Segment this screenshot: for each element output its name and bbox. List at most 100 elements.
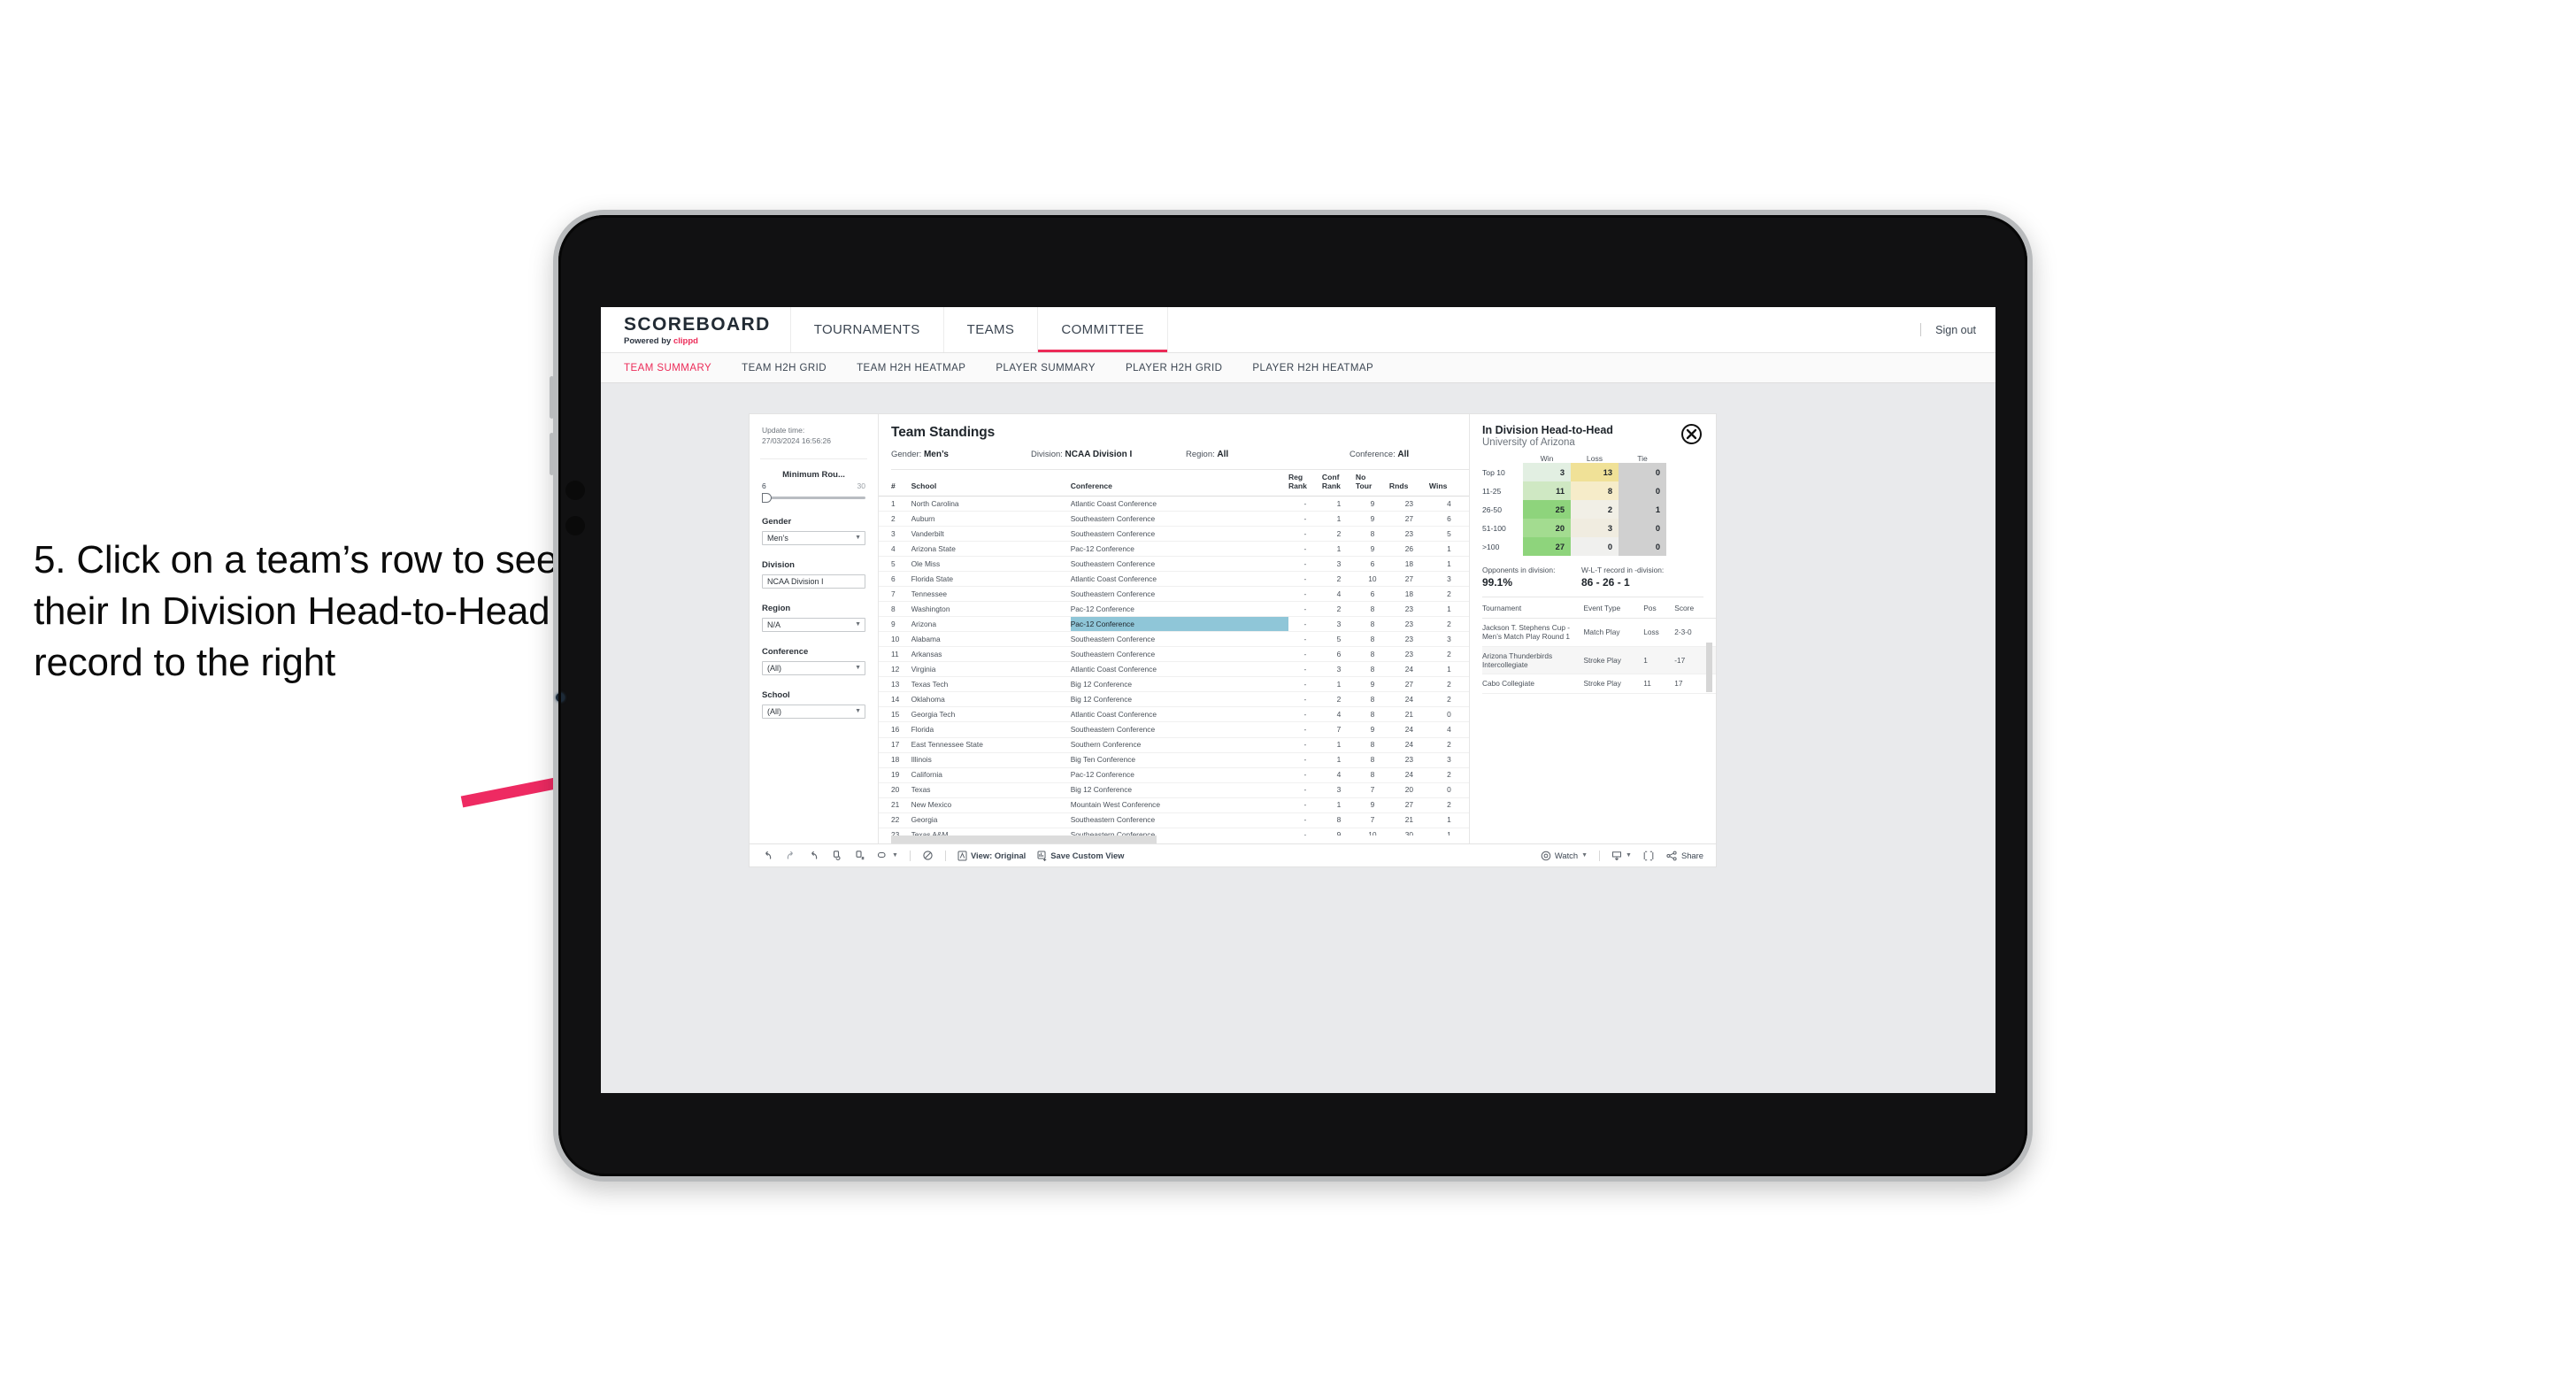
col-rank[interactable]: # — [879, 470, 911, 497]
refresh-data-icon[interactable] — [831, 850, 842, 861]
revert-icon[interactable] — [808, 850, 819, 861]
pause-updates-icon[interactable] — [854, 850, 865, 861]
table-row[interactable]: 1 North Carolina Atlantic Coast Conference… — [879, 496, 1469, 512]
table-row[interactable]: 10 Alabama Southeastern Conference -5 8 23 3 — [879, 631, 1469, 648]
tab-team-h2h-grid[interactable]: TEAM H2H GRID — [742, 363, 827, 373]
tournament-table: Tournament Event Type Pos Score Jackson … — [1482, 597, 1716, 694]
wins-cell: 6 — [1428, 511, 1469, 527]
no-tour-cell: 7 — [1355, 782, 1389, 798]
tournament-row[interactable]: Arizona Thunderbirds Intercollegiate Stro… — [1482, 646, 1716, 675]
scrollbar-thumb[interactable] — [891, 835, 1157, 843]
gender-select[interactable]: Men’s ▼ — [762, 530, 865, 545]
table-row[interactable]: 13 Texas Tech Big 12 Conference -1 9 27 2 — [879, 676, 1469, 693]
table-row[interactable]: 8 Washington Pac-12 Conference -2 8 23 1 — [879, 601, 1469, 618]
filter-divider — [760, 458, 867, 459]
no-tour-cell: 10 — [1355, 828, 1389, 835]
wins-cell: 2 — [1428, 586, 1469, 603]
col-school[interactable]: School — [911, 470, 1071, 497]
volume-up-button[interactable] — [550, 376, 554, 419]
table-row[interactable]: 9 Arizona Pac-12 Conference -3 8 23 2 — [879, 616, 1469, 633]
table-row[interactable]: 16 Florida Southeastern Conference -7 9 24 4 — [879, 721, 1469, 738]
view-original-button[interactable]: View: Original — [957, 851, 1026, 861]
division-filter: Division NCAA Division I — [750, 560, 878, 589]
table-row[interactable]: 3 Vanderbilt Southeastern Conference -2 8 23 5 — [879, 526, 1469, 543]
school-select[interactable]: (All) ▼ — [762, 704, 865, 719]
table-row[interactable]: 5 Ole Miss Southeastern Conference -3 6 18 1 — [879, 556, 1469, 573]
signout-link[interactable]: Sign out — [1935, 324, 1976, 336]
nav-tournaments[interactable]: TOURNAMENTS — [791, 307, 944, 352]
slider-handle[interactable] — [762, 492, 772, 503]
table-row[interactable]: 20 Texas Big 12 Conference -3 7 20 0 — [879, 782, 1469, 798]
instruction-annotation: 5. Click on a team’s row to see their In… — [34, 538, 558, 685]
nav-teams[interactable]: TEAMS — [944, 307, 1039, 352]
pos-cell: Loss — [1643, 618, 1675, 647]
reset-icon[interactable] — [922, 850, 934, 861]
school-cell: New Mexico — [911, 797, 1071, 813]
h2h-vertical-scrollbar[interactable] — [1706, 643, 1712, 692]
col-wins[interactable]: Wins — [1428, 470, 1469, 497]
rnds-cell: 18 — [1388, 586, 1429, 603]
tab-player-h2h-heatmap[interactable]: PLAYER H2H HEATMAP — [1252, 363, 1373, 373]
conf-rank-cell: 2 — [1321, 526, 1356, 543]
table-row[interactable]: 22 Georgia Southeastern Conference -8 7 21 1 — [879, 812, 1469, 828]
table-row[interactable]: 21 New Mexico Mountain West Conference -1 9 2… — [879, 797, 1469, 813]
no-tour-cell: 8 — [1355, 661, 1389, 678]
no-tour-cell: 8 — [1355, 752, 1389, 768]
conference-cell: Southeastern Conference — [1070, 812, 1288, 828]
tab-player-h2h-grid[interactable]: PLAYER H2H GRID — [1126, 363, 1222, 373]
conf-rank-cell: 3 — [1321, 661, 1356, 678]
watch-button[interactable]: Watch ▼ — [1541, 851, 1588, 861]
table-row[interactable]: 6 Florida State Atlantic Coast Conference -… — [879, 571, 1469, 588]
table-row[interactable]: 17 East Tennessee State Southern Conferenc… — [879, 737, 1469, 753]
tournament-row[interactable]: Jackson T. Stephens Cup - Men’s Match Pl… — [1482, 618, 1716, 647]
close-circle-icon[interactable] — [1681, 424, 1702, 444]
col-reg-rank[interactable]: Reg Rank — [1288, 470, 1322, 497]
table-row[interactable]: 14 Oklahoma Big 12 Conference -2 8 24 2 — [879, 691, 1469, 708]
device-layout-icon[interactable]: ▼ — [877, 851, 898, 860]
conf-rank-cell: 7 — [1321, 721, 1356, 738]
col-conference[interactable]: Conference — [1070, 470, 1288, 497]
standings-scroll-area[interactable]: # School Conference Reg Rank Conf Rank No T… — [879, 470, 1469, 835]
region-select[interactable]: N/A ▼ — [762, 617, 865, 632]
table-row[interactable]: 2 Auburn Southeastern Conference -1 9 27 6 — [879, 511, 1469, 527]
tab-player-summary[interactable]: PLAYER SUMMARY — [996, 363, 1096, 373]
tab-team-summary[interactable]: TEAM SUMMARY — [624, 363, 711, 373]
save-custom-view-button[interactable]: Save Custom View — [1037, 851, 1124, 861]
tournament-row[interactable]: Cabo Collegiate Stroke Play 11 17 — [1482, 674, 1716, 694]
conf-rank-cell: 4 — [1321, 586, 1356, 603]
rnds-cell: 26 — [1388, 541, 1429, 558]
nav-committee[interactable]: COMMITTEE — [1038, 307, 1168, 352]
col-no-tour[interactable]: No Tour — [1355, 470, 1389, 497]
download-button[interactable]: ▼ — [1611, 851, 1632, 861]
table-row[interactable]: 11 Arkansas Southeastern Conference -6 8 23 2 — [879, 646, 1469, 663]
tab-team-h2h-heatmap[interactable]: TEAM H2H HEATMAP — [857, 363, 965, 373]
event-type-cell: Match Play — [1583, 618, 1644, 647]
wins-cell: 5 — [1428, 526, 1469, 543]
horizontal-scrollbar[interactable] — [879, 835, 1469, 843]
table-row[interactable]: 7 Tennessee Southeastern Conference -4 6 18 2 — [879, 586, 1469, 603]
conference-select[interactable]: (All) ▼ — [762, 660, 865, 675]
rnds-cell: 23 — [1388, 646, 1429, 663]
redo-icon[interactable] — [785, 850, 796, 861]
fullscreen-icon[interactable] — [1643, 850, 1655, 861]
toolbar-divider — [944, 850, 946, 861]
undo-icon[interactable] — [762, 850, 773, 861]
wins-cell: 0 — [1428, 782, 1469, 798]
share-button[interactable]: Share — [1666, 851, 1703, 861]
division-select[interactable]: NCAA Division I — [762, 574, 865, 589]
col-conf-rank[interactable]: Conf Rank — [1321, 470, 1356, 497]
col-rnds[interactable]: Rnds — [1388, 470, 1429, 497]
table-row[interactable]: 12 Virginia Atlantic Coast Conference -3 8 24… — [879, 661, 1469, 678]
min-rounds-slider[interactable] — [762, 492, 865, 503]
table-row[interactable]: 19 California Pac-12 Conference -4 8 24 2 — [879, 767, 1469, 783]
table-row[interactable]: 15 Georgia Tech Atlantic Coast Conference -… — [879, 706, 1469, 723]
volume-down-button[interactable] — [550, 433, 554, 475]
table-row[interactable]: 18 Illinois Big Ten Conference -1 8 23 3 — [879, 752, 1469, 768]
primary-nav: TOURNAMENTS TEAMS COMMITTEE — [791, 307, 1168, 352]
rank-cell: 14 — [879, 691, 911, 708]
brand-logo[interactable]: SCOREBOARD Powered by clippd — [601, 307, 791, 352]
table-row[interactable]: 23 Texas A&M Southeastern Conference -9 10 30… — [879, 828, 1469, 835]
reg-rank-cell: - — [1288, 571, 1322, 588]
table-row[interactable]: 4 Arizona State Pac-12 Conference -1 9 26 1 — [879, 541, 1469, 558]
